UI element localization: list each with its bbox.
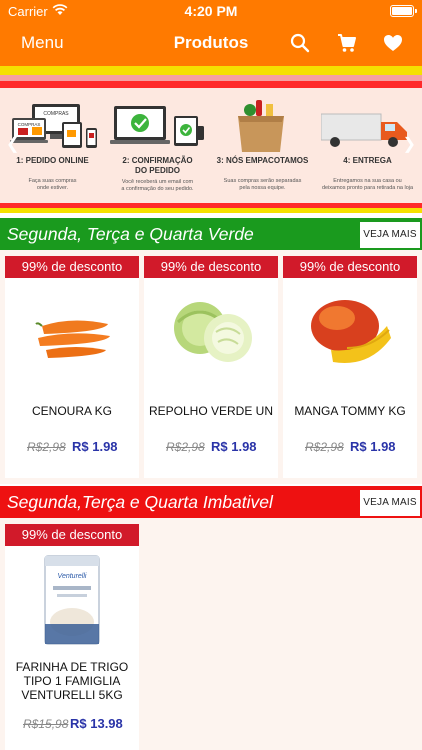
old-price: R$2,98 xyxy=(27,440,66,454)
step-description: Você receberá um email com a confirmação… xyxy=(121,179,194,192)
step-label: 2: CONFIRMAÇÃO DO PEDIDO xyxy=(122,156,193,175)
product-card[interactable]: 99% de desconto MANGA TOMMY KG R$2,98 R$… xyxy=(283,256,417,478)
old-price: R$15,98 xyxy=(23,717,69,731)
see-more-button[interactable]: VEJA MAIS xyxy=(360,222,420,248)
mango-image xyxy=(311,300,391,363)
section-title: Segunda,Terça e Quarta Imbativel xyxy=(7,492,273,512)
price: R$ 1.98 xyxy=(72,439,118,454)
promo-banner[interactable]: COMPRAS COMPRAS 1: PEDIDO ONLINE Faça su… xyxy=(0,88,422,203)
search-icon[interactable] xyxy=(289,32,311,54)
screen-text: COMPRAS xyxy=(43,111,69,117)
banner-stripe xyxy=(0,66,422,75)
step-packing: 3: NÓS EMPACOTAMOS Suas compras serão se… xyxy=(210,88,315,203)
price: R$ 1.98 xyxy=(211,439,257,454)
section-header: Segunda, Terça e Quarta Verde VEJA MAIS xyxy=(0,218,422,250)
product-name: REPOLHO VERDE UN xyxy=(148,404,274,418)
cabbage-image xyxy=(174,302,252,362)
product-grid: 99% de desconto CENOURA KG R$2,98 R$ 1.9… xyxy=(0,250,422,484)
product-name: FARINHA DE TRIGO TIPO 1 FAMIGLIA VENTURE… xyxy=(15,660,129,702)
section-header: Segunda,Terça e Quarta Imbativel VEJA MA… xyxy=(0,486,422,518)
chevron-right-icon[interactable]: ❯ xyxy=(403,134,416,154)
discount-badge: 99% de desconto xyxy=(283,256,417,278)
screen-text-2: COMPRAS xyxy=(18,122,41,127)
price: R$ 1.98 xyxy=(350,439,396,454)
brand-logo-text: Venturelli xyxy=(58,573,87,580)
clock: 4:20 PM xyxy=(184,3,238,19)
cart-icon[interactable] xyxy=(336,32,358,54)
step-description: Entregamos na sua casa ou deixamos pront… xyxy=(321,178,414,191)
product-card[interactable]: 99% de desconto REPOLHO VERDE UN R$2,98 … xyxy=(144,256,278,478)
discount-badge: 99% de desconto xyxy=(144,256,278,278)
truck-image xyxy=(321,113,407,147)
see-more-button[interactable]: VEJA MAIS xyxy=(360,490,420,516)
step-label: 4: ENTREGA xyxy=(343,156,392,165)
nav-bar: Menu Produtos xyxy=(0,22,422,66)
banner-stripe xyxy=(0,208,422,213)
price: R$ 13.98 xyxy=(70,716,123,731)
step-confirmation: 2: CONFIRMAÇÃO DO PEDIDO Você receberá u… xyxy=(105,88,210,203)
section-title: Segunda, Terça e Quarta Verde xyxy=(7,224,254,244)
product-card[interactable]: 99% de desconto Venturelli FARINHA DE TR… xyxy=(5,524,139,750)
discount-badge: 99% de desconto xyxy=(5,256,139,278)
discount-badge: 99% de desconto xyxy=(5,524,139,546)
status-bar: Carrier 4:20 PM xyxy=(0,0,422,22)
grocery-bag-image xyxy=(238,100,284,152)
carrot-image xyxy=(35,320,110,358)
page-title: Produtos xyxy=(173,33,249,52)
old-price: R$2,98 xyxy=(166,440,205,454)
chevron-left-icon[interactable]: ❮ xyxy=(6,134,19,154)
step-label: 3: NÓS EMPACOTAMOS xyxy=(216,156,309,165)
menu-button[interactable]: Menu xyxy=(21,33,64,53)
battery-icon xyxy=(390,5,417,17)
confirmation-devices-image xyxy=(110,106,204,146)
step-description: Suas compras serão separadas pela nossa … xyxy=(223,178,302,191)
heart-icon[interactable] xyxy=(382,32,404,54)
banner-stripe xyxy=(0,81,422,88)
step-label: 1: PEDIDO ONLINE xyxy=(16,156,89,165)
flour-bag-image: Venturelli xyxy=(44,555,100,645)
product-name: MANGA TOMMY KG xyxy=(294,404,406,418)
product-card[interactable]: 99% de desconto CENOURA KG R$2,98 R$ 1.9… xyxy=(5,256,139,478)
product-name: CENOURA KG xyxy=(31,404,112,418)
step-description: Faça suas compras onde estiver. xyxy=(28,178,77,191)
product-grid: 99% de desconto Venturelli FARINHA DE TR… xyxy=(0,518,422,750)
old-price: R$2,98 xyxy=(305,440,344,454)
devices-image: COMPRAS COMPRAS xyxy=(10,104,97,148)
